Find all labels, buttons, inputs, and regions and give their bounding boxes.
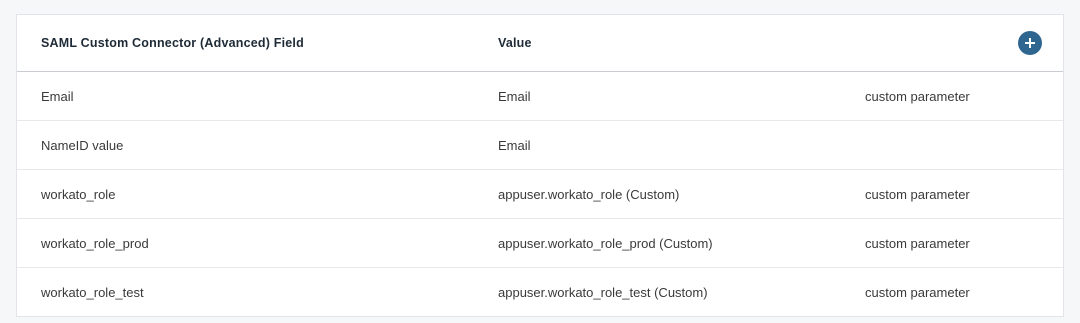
row-note: custom parameter <box>865 285 970 300</box>
row-value: appuser.workato_role_prod (Custom) <box>498 235 713 251</box>
row-value: appuser.workato_role_test (Custom) <box>498 285 708 300</box>
row-field: workato_role_prod <box>41 235 149 251</box>
row-field: NameID value <box>41 137 124 153</box>
row-note: custom parameter <box>865 186 970 202</box>
row-value: Email <box>498 88 531 104</box>
table-header: SAML Custom Connector (Advanced) Field V… <box>17 15 1063 72</box>
add-attribute-button[interactable] <box>1018 31 1042 55</box>
plus-icon <box>1024 37 1036 49</box>
row-field: Email <box>41 88 74 104</box>
row-field: workato_role <box>41 186 116 202</box>
table-row[interactable]: workato_role_prod appuser.workato_role_p… <box>17 219 1063 268</box>
row-note: custom parameter <box>865 235 970 251</box>
row-value: Email <box>498 137 531 153</box>
table-row[interactable]: NameID value Email <box>17 121 1063 170</box>
table-row[interactable]: workato_role appuser.workato_role (Custo… <box>17 170 1063 219</box>
column-header-value: Value <box>498 36 532 50</box>
column-header-field: SAML Custom Connector (Advanced) Field <box>41 36 304 50</box>
table-row[interactable]: Email Email custom parameter <box>17 72 1063 121</box>
row-note: custom parameter <box>865 88 970 104</box>
attribute-mapping-table: SAML Custom Connector (Advanced) Field V… <box>16 14 1064 317</box>
row-field: workato_role_test <box>41 285 144 300</box>
table-row[interactable]: workato_role_test appuser.workato_role_t… <box>17 268 1063 316</box>
row-value: appuser.workato_role (Custom) <box>498 186 680 202</box>
